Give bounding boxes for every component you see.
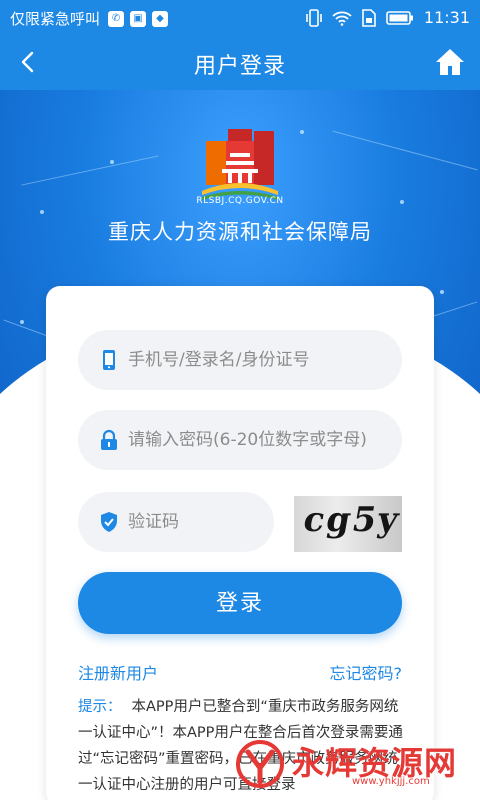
decor-line (21, 155, 159, 186)
status-right: 11:31 (296, 8, 470, 27)
decor-dot (440, 290, 444, 294)
sim-card-icon (362, 8, 376, 27)
watermark-url: www.yhkjjj.com (352, 776, 430, 787)
page-title: 用户登录 (193, 54, 286, 79)
watermark-logo: 永辉资源网 www.yhkjjj.com (232, 736, 472, 794)
captcha-field (78, 492, 274, 552)
login-button[interactable]: 登录 (78, 572, 402, 634)
vibrate-icon (306, 8, 322, 27)
home-icon[interactable] (434, 46, 466, 78)
bureau-logo-icon (202, 129, 278, 200)
org-name: 重庆人力资源和社会保障局 (108, 220, 372, 244)
register-link[interactable]: 注册新用户 (78, 660, 158, 684)
forgot-password-link[interactable]: 忘记密码? (330, 660, 403, 684)
username-field (78, 330, 402, 390)
sim-app-icon: ✆ (108, 10, 125, 27)
carrier-text: 仅限紧急呼叫 (10, 10, 101, 28)
wifi-icon (332, 11, 352, 26)
password-field (78, 410, 402, 470)
status-left: 仅限紧急呼叫 ✆ ▣ ◆ (10, 8, 174, 29)
watermark-mark-icon (236, 740, 284, 788)
decor-dot (40, 210, 44, 214)
app-header: 用户登录 (0, 34, 480, 90)
captcha-input[interactable] (128, 512, 258, 532)
captcha-image[interactable]: cg5y (294, 496, 402, 552)
image-icon: ▣ (130, 10, 147, 27)
decor-dot (300, 130, 304, 134)
site-domain: RLSBJ.CQ.GOV.CN (196, 196, 284, 206)
shield-check-icon (101, 512, 117, 532)
clock-text: 11:31 (423, 8, 470, 27)
decor-dot (20, 320, 24, 324)
lock-icon (101, 429, 117, 450)
battery-icon (386, 10, 413, 25)
password-input[interactable] (128, 430, 388, 450)
login-card: cg5y 登录 注册新用户 忘记密码? 提示：本APP用户已整合到“重庆市政务服… (46, 286, 434, 800)
decor-dot (110, 160, 114, 164)
notice-label: 提示： (78, 699, 122, 715)
username-input[interactable] (128, 350, 388, 370)
captcha-text: cg5y (300, 500, 402, 540)
phone-icon (103, 350, 115, 370)
status-bar: 仅限紧急呼叫 ✆ ▣ ◆ 11:31 (0, 0, 480, 34)
decor-line (332, 130, 478, 171)
shield-icon: ◆ (152, 10, 169, 27)
